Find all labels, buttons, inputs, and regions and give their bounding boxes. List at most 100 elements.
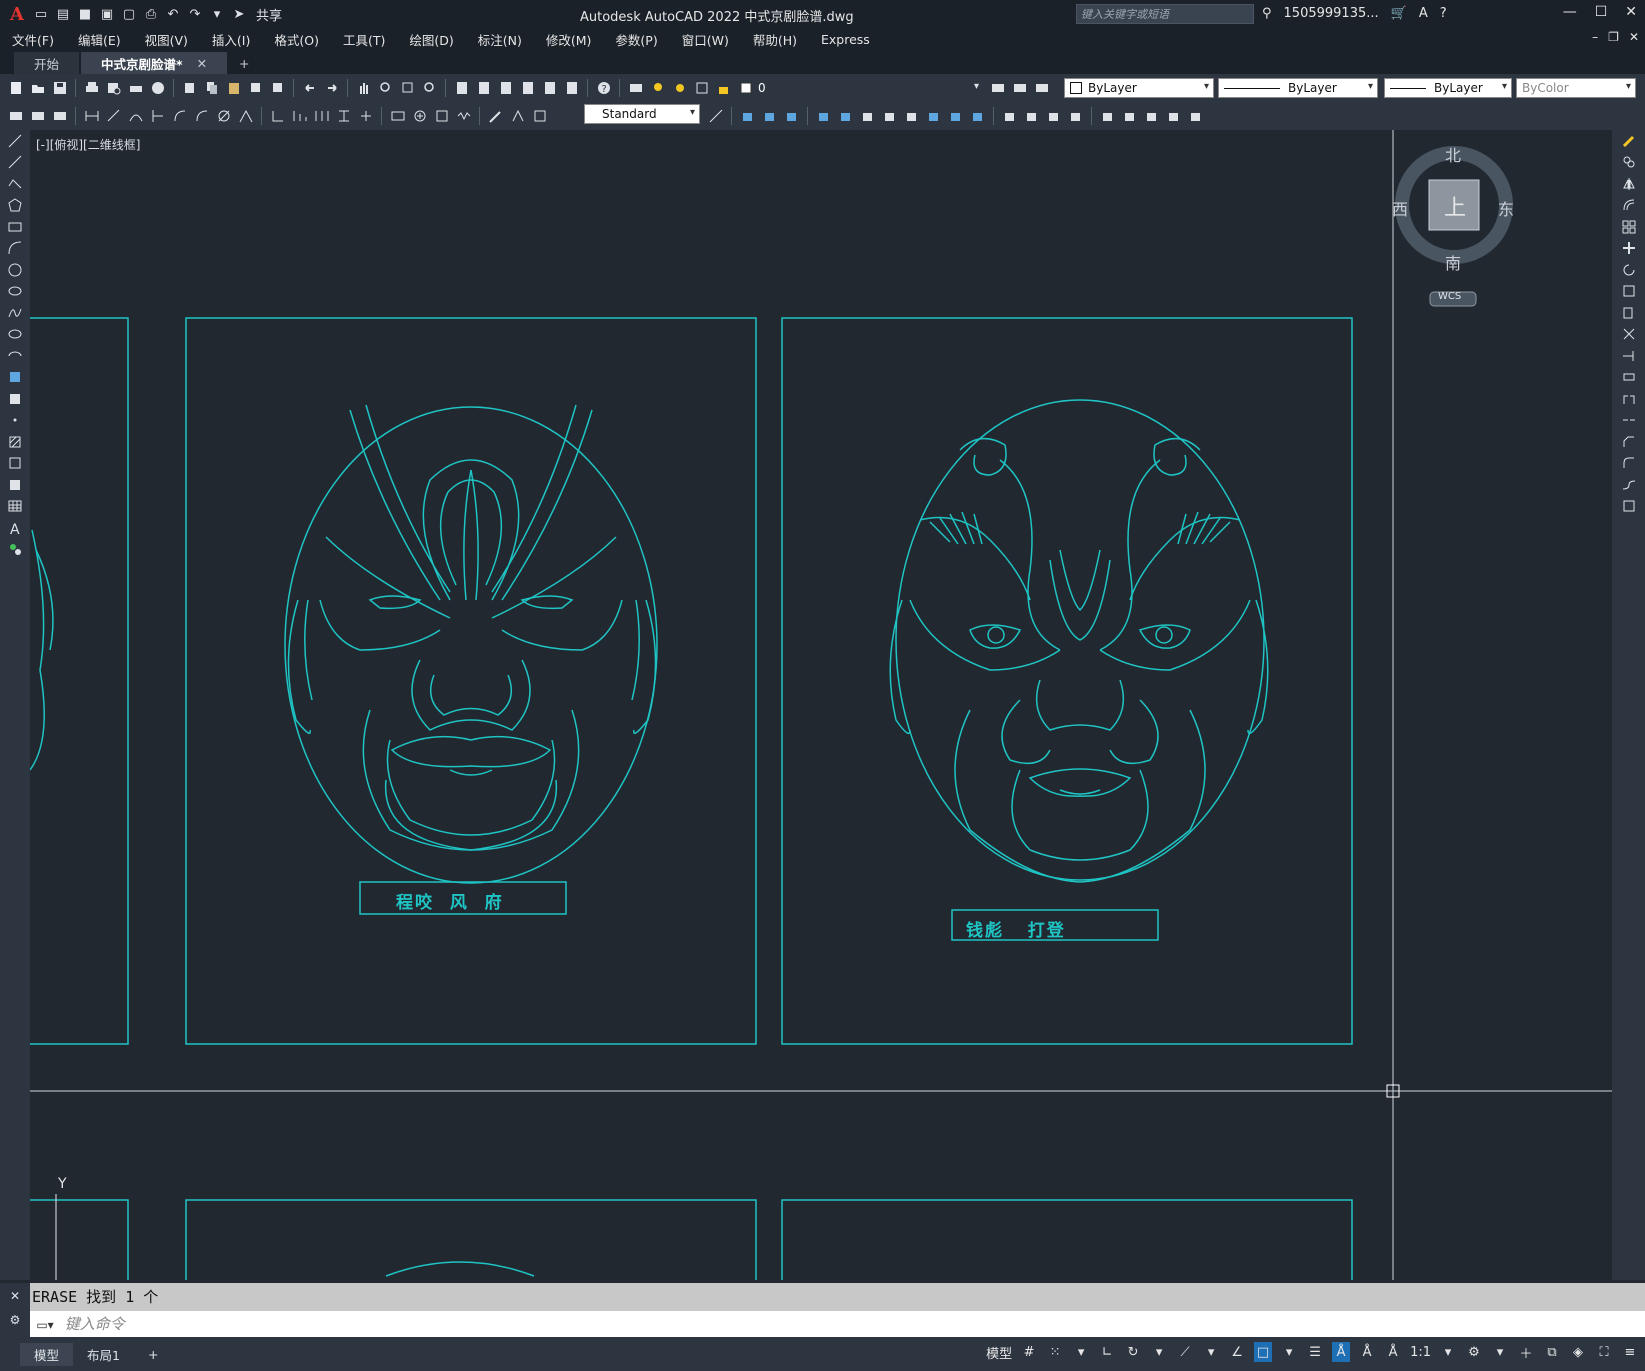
help-icon[interactable]: ? [594, 79, 613, 98]
ordinate-dimension-icon[interactable] [148, 107, 167, 126]
add-selected-icon[interactable] [0, 539, 30, 561]
block-editor-icon[interactable] [268, 79, 287, 98]
share-icon[interactable]: ➤ [230, 5, 248, 23]
region-icon[interactable] [0, 474, 30, 496]
minimize-icon[interactable]: — [1563, 4, 1577, 20]
plot-icon[interactable]: ⎙ [142, 5, 160, 23]
diameter-dimension-icon[interactable] [214, 107, 233, 126]
help-icon[interactable]: ? [1440, 6, 1447, 21]
annotation-scale-value[interactable]: 1:1 [1410, 1342, 1431, 1362]
isolate-objects-icon[interactable]: ⧉ [1543, 1342, 1561, 1362]
command-prompt-icon[interactable]: ▭▾ [30, 1312, 60, 1338]
layer-viewport-icon[interactable] [692, 79, 711, 98]
object-snap-tracking-icon[interactable]: ∠ [1228, 1342, 1246, 1362]
menu-item-view[interactable]: 视图(V) [133, 30, 200, 49]
grid-icon[interactable]: # [1020, 1342, 1038, 1362]
workspace-gear-icon[interactable]: ⚙ [1465, 1342, 1483, 1362]
auto-scale-icon[interactable]: Å [1358, 1342, 1376, 1362]
jogged-linear-icon[interactable] [454, 107, 473, 126]
break-icon[interactable] [1612, 388, 1645, 410]
new-tab-button[interactable]: + [229, 52, 259, 74]
tool-palettes-icon[interactable] [496, 79, 515, 98]
close-icon[interactable]: ✕ [1625, 4, 1637, 20]
baseline-dimension-icon[interactable] [290, 107, 309, 126]
clean-screen-icon[interactable]: ⛶ [1595, 1342, 1613, 1362]
polar-icon[interactable]: ↻ [1124, 1342, 1142, 1362]
extend-icon[interactable] [1612, 345, 1645, 367]
layer-on-icon[interactable] [648, 79, 667, 98]
search-icon[interactable]: ⚲ [1262, 6, 1272, 21]
walk-icon[interactable] [1142, 107, 1161, 126]
menu-item-modify[interactable]: 修改(M) [534, 30, 604, 49]
undo-icon[interactable]: ↶ [164, 5, 182, 23]
subtract-icon[interactable] [946, 107, 965, 126]
viewcube-east[interactable]: 东 [1498, 196, 1514, 220]
search-input[interactable]: 键入关键字或短语 [1076, 4, 1254, 24]
zoom-window-icon[interactable] [398, 79, 417, 98]
dimension-update-icon[interactable] [530, 107, 549, 126]
menu-item-file[interactable]: 文件(F) [0, 30, 66, 49]
layer-walk-icon[interactable] [28, 107, 47, 126]
layer-properties-icon[interactable] [626, 79, 645, 98]
copy-icon[interactable] [202, 79, 221, 98]
box-icon[interactable] [738, 107, 757, 126]
cart-icon[interactable]: 🛒 [1391, 6, 1407, 21]
lineweight-icon[interactable]: ☰ [1306, 1342, 1324, 1362]
open-file-icon[interactable]: ▤ [54, 5, 72, 23]
menu-item-insert[interactable]: 插入(I) [200, 30, 262, 49]
annotation-scale-icon[interactable]: Å [1384, 1342, 1402, 1362]
gradient-icon[interactable] [0, 453, 30, 475]
dimension-edit-icon[interactable] [486, 107, 505, 126]
command-input[interactable]: ▭▾ 键入命令 [30, 1311, 1645, 1337]
rotate-icon[interactable] [1612, 259, 1645, 281]
orbit-icon[interactable] [1186, 107, 1205, 126]
ellipse-arc-icon[interactable] [0, 345, 30, 367]
layer-prev-icon[interactable] [6, 107, 25, 126]
paste-icon[interactable] [224, 79, 243, 98]
line-icon[interactable] [0, 130, 30, 152]
color-dropdown[interactable]: ByLayer ▾ [1064, 78, 1214, 98]
render-icon[interactable] [1022, 107, 1041, 126]
explode-icon[interactable] [1612, 496, 1645, 518]
dimension-space-icon[interactable] [334, 107, 353, 126]
sheet-set-icon[interactable] [518, 79, 537, 98]
redo-icon[interactable] [322, 79, 341, 98]
undo-icon[interactable] [300, 79, 319, 98]
offset-icon[interactable] [1612, 195, 1645, 217]
ellipse-icon[interactable] [0, 324, 30, 346]
plot-icon[interactable] [82, 79, 101, 98]
menu-item-tools[interactable]: 工具(T) [331, 30, 397, 49]
maximize-icon[interactable]: ☐ [1595, 4, 1608, 20]
customize-qat-icon[interactable]: ▾ [208, 5, 226, 23]
radius-dimension-icon[interactable] [170, 107, 189, 126]
snap-icon[interactable]: ⁙ [1046, 1342, 1064, 1362]
move-icon[interactable] [1612, 238, 1645, 260]
aligned-dimension-icon[interactable] [104, 107, 123, 126]
chevron-down-icon[interactable]: ▾ [1202, 1342, 1220, 1362]
layer-dropdown[interactable]: 0 ▾ [752, 78, 984, 98]
customize-icon[interactable]: ⚙ [0, 1313, 30, 1327]
plotstyle-dropdown[interactable]: ByColor ▾ [1516, 78, 1636, 98]
sweep-icon[interactable] [858, 107, 877, 126]
join-icon[interactable] [1612, 410, 1645, 432]
menu-item-help[interactable]: 帮助(H) [741, 30, 809, 49]
pan-icon[interactable] [354, 79, 373, 98]
hatch-icon[interactable] [0, 431, 30, 453]
layer-previous-icon[interactable] [1010, 79, 1029, 98]
layout-tab-model[interactable]: 模型 [20, 1342, 74, 1366]
linetype-dropdown[interactable]: ByLayer ▾ [1218, 78, 1378, 98]
copy-object-icon[interactable] [1612, 152, 1645, 174]
spline-icon[interactable] [0, 302, 30, 324]
make-current-layer-icon[interactable] [988, 79, 1007, 98]
dimstyle-icon[interactable] [706, 107, 725, 126]
zoom-realtime-icon[interactable] [376, 79, 395, 98]
viewcube-west[interactable]: 西 [1392, 196, 1408, 220]
polyline-icon[interactable] [0, 173, 30, 195]
chevron-down-icon[interactable]: ▾ [1072, 1342, 1090, 1362]
open-icon[interactable] [28, 79, 47, 98]
chevron-down-icon[interactable]: ▾ [1280, 1342, 1298, 1362]
cone-icon[interactable] [782, 107, 801, 126]
calculator-icon[interactable] [562, 79, 581, 98]
stretch-icon[interactable] [1612, 302, 1645, 324]
fly-icon[interactable] [1164, 107, 1183, 126]
